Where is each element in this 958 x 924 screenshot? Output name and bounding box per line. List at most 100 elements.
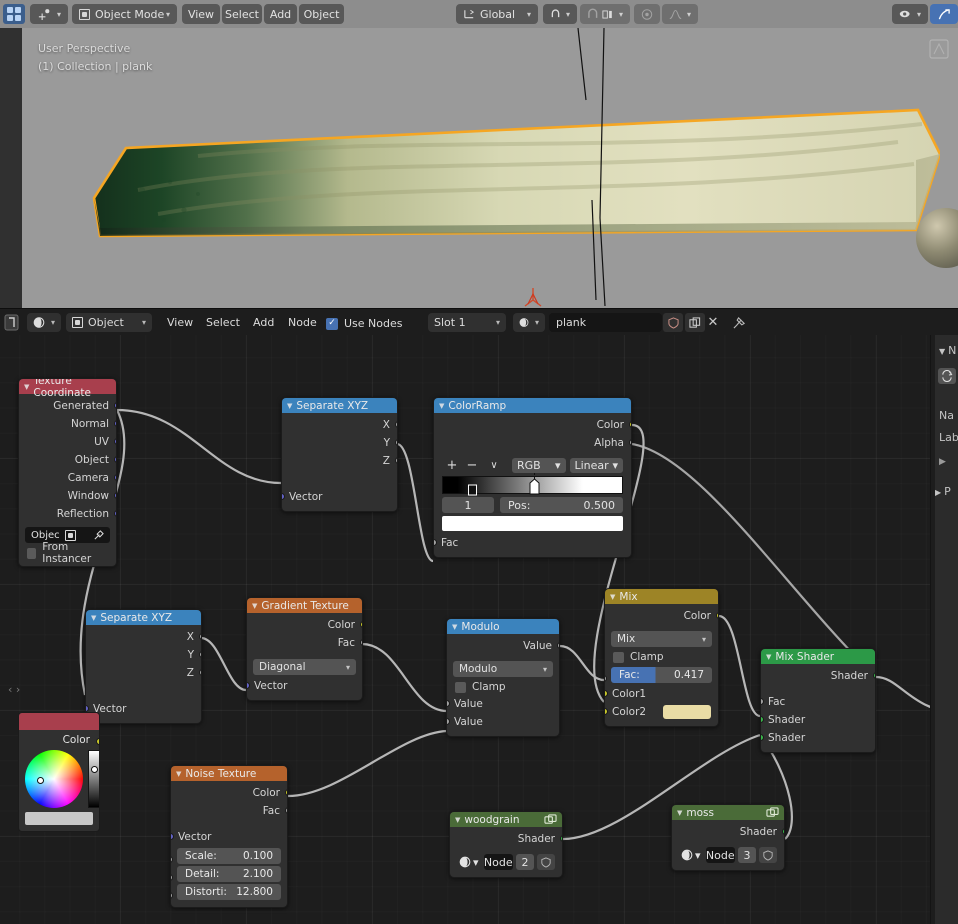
node-separate-xyz-top[interactable]: ▼ Separate XYZ X Y Z Vector [281,397,398,512]
collapse-triangle-icon[interactable]: ▼ [455,816,460,824]
node-header[interactable]: ▼ Separate XYZ [86,610,201,625]
collapse-triangle-icon[interactable]: ▼ [439,402,444,410]
output-z[interactable]: Z [282,452,397,470]
socket-alpha[interactable] [628,439,631,446]
sidebar-scrollbar[interactable] [931,335,935,924]
output-reflection[interactable]: Reflection [19,505,116,523]
input-shader-1[interactable]: Shader [761,711,875,729]
3d-viewport[interactable]: User Perspective (1) Collection | plank [0,28,958,308]
transform-orientation-dropdown[interactable]: Global ▾ [456,4,538,24]
color-picker-popup[interactable]: Color [18,712,100,832]
mix-color2-swatch[interactable] [663,705,711,719]
socket-x[interactable] [198,633,201,640]
socket-generated[interactable] [113,402,116,409]
noise-distortion-field[interactable]: Distorti: 12.800 [177,884,281,900]
snap-target-dropdown[interactable]: ▾ [580,4,630,24]
socket-fac[interactable] [284,807,287,814]
fake-user-button[interactable] [663,313,683,332]
object-mode-dropdown[interactable]: Object Mode ▾ [72,4,177,24]
output-shader[interactable]: Shader [450,830,562,848]
mix-fac-slider[interactable]: Fac: 0.417 [611,667,712,683]
from-instancer-toggle[interactable]: From Instancer [19,541,116,565]
output-shader[interactable]: Shader [761,667,875,685]
socket-color-out[interactable] [715,612,718,619]
ne-menu-view[interactable]: View [160,313,200,332]
noise-detail-field[interactable]: Detail: 2.100 [177,866,281,882]
socket-shader-2[interactable] [761,734,764,741]
socket-color[interactable] [628,421,631,428]
colorramp-index-field[interactable]: 1 [442,497,494,513]
output-uv[interactable]: UV [19,433,116,451]
colorramp-stop-black[interactable] [468,482,477,496]
new-material-button[interactable] [685,313,705,332]
pin-button[interactable] [729,313,749,332]
group-fake-user-button[interactable] [759,847,777,863]
socket-color2[interactable] [605,708,608,715]
collapse-triangle-icon[interactable]: ▼ [610,593,615,601]
input-fac[interactable]: Fac [761,693,875,711]
input-vector[interactable]: Vector [86,700,201,718]
socket-vector[interactable] [282,493,285,500]
popup-color-row[interactable]: Color [19,730,99,750]
node-mix-shader[interactable]: ▼ Mix Shader Shader Fac Shader Shader [760,648,876,753]
input-vector[interactable]: Vector [171,828,287,846]
socket-y[interactable] [198,651,201,658]
sidebar-panel-title[interactable]: ▼ N [939,344,956,357]
node-noise-texture[interactable]: ▼ Noise Texture Color Fac Vector Scale: … [170,765,288,908]
color-wheel-cursor[interactable] [37,777,44,784]
use-nodes-checkbox[interactable]: ✓ [326,317,338,330]
color-wheel[interactable] [25,750,83,808]
node-header[interactable]: ▼ woodgrain [450,812,562,827]
node-texture-coordinate[interactable]: ▼ Texture Coordinate Generated Normal UV… [18,378,117,567]
output-x[interactable]: X [86,628,201,646]
colorramp-mode-dropdown[interactable]: RGB ▾ [512,458,566,473]
collapse-triangle-icon[interactable]: ▼ [252,602,257,610]
noise-scale-field[interactable]: Scale: 0.100 [177,848,281,864]
modulo-clamp-toggle[interactable]: Clamp [447,679,559,695]
output-alpha[interactable]: Alpha [434,434,631,452]
socket-fac[interactable] [605,675,607,682]
group-name-field[interactable]: Node [705,847,735,863]
socket-object[interactable] [113,456,116,463]
collapse-triangle-icon[interactable]: ▼ [677,809,682,817]
node-header[interactable]: ▼ Mix Shader [761,649,875,664]
socket-vector[interactable] [86,705,89,712]
socket-value-out[interactable] [556,642,559,649]
from-instancer-checkbox[interactable] [27,547,37,559]
input-color1[interactable]: Color1 [605,685,718,703]
current-color-swatch[interactable] [25,812,93,825]
menu-add[interactable]: Add [264,4,297,24]
modulo-operation-dropdown[interactable]: Modulo ▾ [453,661,553,677]
group-users-count[interactable]: 3 [738,847,756,863]
node-header[interactable]: ▼ Modulo [447,619,559,634]
socket-shader[interactable] [559,835,562,842]
output-generated[interactable]: Generated [19,397,116,415]
socket-detail[interactable] [171,874,173,881]
colorramp-gradient-widget[interactable] [442,473,623,496]
socket-fac[interactable] [761,698,764,705]
mix-clamp-checkbox[interactable] [613,651,624,663]
value-slider-cursor[interactable] [91,766,98,773]
collapse-triangle-icon[interactable]: ▼ [452,623,457,631]
sidebar-properties-row[interactable]: ▶ P [935,485,951,498]
remove-stop-button[interactable]: − [462,458,482,473]
node-colorramp[interactable]: ▼ ColorRamp Color Alpha + − ∨ RGB ▾ Line… [433,397,632,558]
gizmo-toggle[interactable] [930,4,958,24]
colorramp-interpolation-dropdown[interactable]: Linear ▾ [569,458,623,473]
output-object[interactable]: Object [19,451,116,469]
colorramp-pos-field[interactable]: Pos: 0.500 [500,497,623,513]
socket-uv[interactable] [113,438,116,445]
socket-reflection[interactable] [113,510,116,517]
ne-menu-add[interactable]: Add [246,313,281,332]
input-value-1[interactable]: Value [447,695,559,713]
input-fac[interactable]: Fac [434,534,631,552]
ne-menu-node[interactable]: Node [281,313,324,332]
material-name-field[interactable]: plank [549,313,662,332]
output-y[interactable]: Y [282,434,397,452]
group-browse-dropdown[interactable]: ▾ [679,847,703,863]
collapse-triangle-icon[interactable]: ▼ [766,653,771,661]
socket-value-1[interactable] [447,700,450,707]
snap-toggle[interactable]: ▾ [543,4,577,24]
sidebar-refresh-button[interactable] [938,368,956,384]
transform-pivot-icon[interactable]: ▾ [30,4,68,24]
